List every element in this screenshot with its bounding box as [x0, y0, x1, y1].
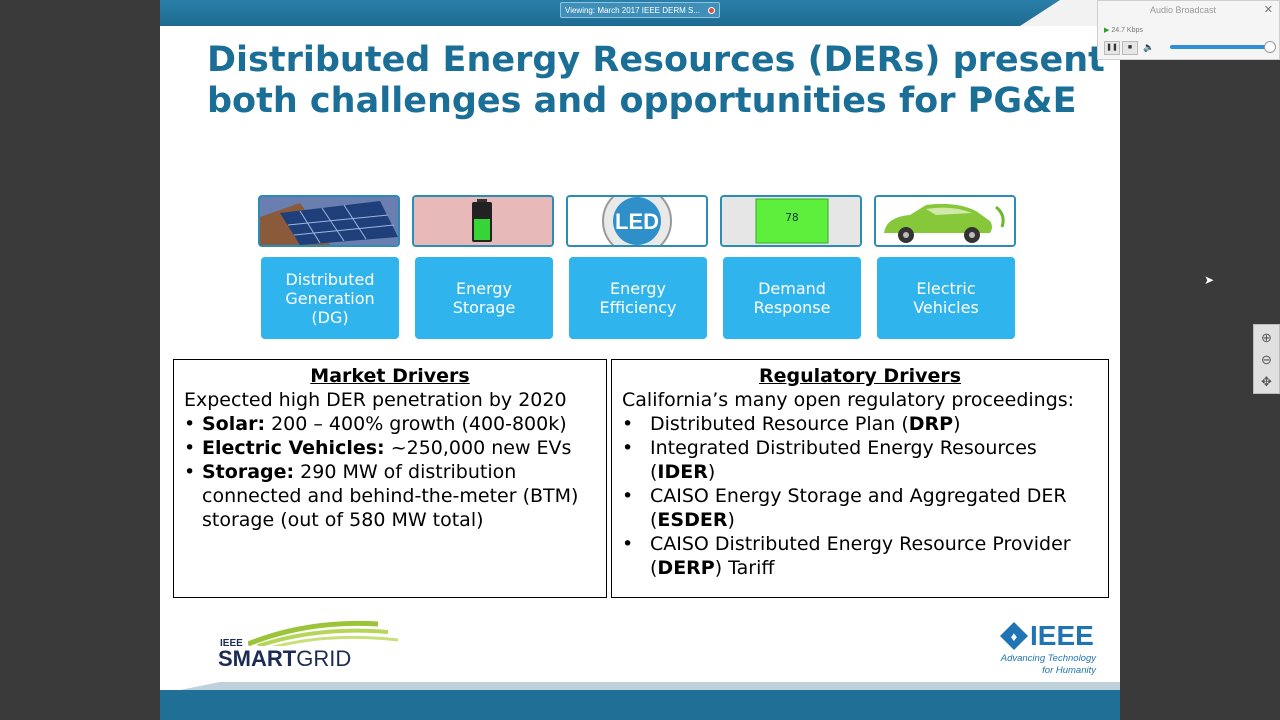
- volume-slider[interactable]: [1170, 45, 1266, 49]
- slide-bottom-band: [160, 690, 1120, 720]
- volume-icon[interactable]: 🔈: [1142, 41, 1156, 53]
- audio-rate: ▶ 24.7 Kbps: [1104, 27, 1143, 34]
- market-drivers-heading: Market Drivers: [310, 365, 470, 387]
- viewing-tab-label: Viewing: March 2017 IEEE DERM S...: [565, 6, 701, 15]
- play-status-icon: ▶: [1104, 27, 1110, 34]
- cursor-icon: ➤: [1204, 273, 1215, 287]
- audio-broadcast-panel: Audio Broadcast ✕ ▶ 24.7 Kbps ❚❚ ■ 🔈: [1097, 0, 1280, 60]
- ieee-logo: ♦ IEEE Advancing Technology for Humanity: [1000, 620, 1096, 676]
- slide-title: Distributed Energy Resources (DERs) pres…: [207, 40, 1105, 121]
- list-item: • CAISO Distributed Energy Resource Provi…: [622, 533, 1071, 579]
- electric-car-icon: [874, 195, 1016, 247]
- category-energy-efficiency: Energy Efficiency: [569, 257, 707, 339]
- close-icon[interactable]: ✕: [1264, 3, 1273, 16]
- category-energy-storage: Energy Storage: [415, 257, 553, 339]
- record-dot-icon: [708, 7, 715, 14]
- regulatory-drivers-panel: Regulatory Drivers California’s many ope…: [611, 359, 1109, 598]
- thermostat-icon: 78: [720, 195, 862, 247]
- market-drivers-intro: Expected high DER penetration by 2020: [184, 389, 567, 411]
- zoom-toolbar: ⊕ ⊖ ✥: [1253, 324, 1280, 394]
- stop-icon[interactable]: ■: [1122, 41, 1138, 55]
- led-badge-icon: LED: [566, 195, 708, 247]
- list-item: • Solar: 200 – 400% growth (400-800k): [184, 413, 567, 435]
- svg-text:♦: ♦: [1011, 629, 1018, 644]
- svg-text:78: 78: [785, 211, 798, 224]
- zoom-out-icon[interactable]: ⊖: [1258, 351, 1276, 369]
- list-item: • Integrated Distributed Energy Resources…: [622, 437, 1037, 483]
- category-demand-response: Demand Response: [723, 257, 861, 339]
- svg-text:LED: LED: [615, 209, 659, 234]
- zoom-in-icon[interactable]: ⊕: [1258, 329, 1276, 347]
- audio-broadcast-title: Audio Broadcast: [1149, 5, 1217, 15]
- solar-panels-icon: [258, 195, 400, 247]
- category-distributed-generation: Distributed Generation (DG): [261, 257, 399, 339]
- list-item: • Storage: 290 MW of distribution connect…: [184, 461, 579, 531]
- category-electric-vehicles: Electric Vehicles: [877, 257, 1015, 339]
- regulatory-drivers-heading: Regulatory Drivers: [758, 365, 962, 387]
- list-item: • Electric Vehicles: ~250,000 new EVs: [184, 437, 572, 459]
- ieee-diamond-icon: ♦: [1000, 622, 1028, 650]
- viewing-tab[interactable]: Viewing: March 2017 IEEE DERM S...: [560, 2, 720, 18]
- regulatory-drivers-intro: California’s many open regulatory procee…: [622, 389, 1075, 411]
- battery-icon: [412, 195, 554, 247]
- list-item: • Distributed Resource Plan (DRP): [622, 413, 961, 435]
- slide: Viewing: March 2017 IEEE DERM S... Distr…: [160, 0, 1120, 720]
- pause-icon[interactable]: ❚❚: [1104, 41, 1120, 55]
- market-drivers-list: • Solar: 200 – 400% growth (400-800k) • El…: [184, 412, 596, 532]
- market-drivers-panel: Market Drivers Expected high DER penetra…: [173, 359, 607, 598]
- pan-icon[interactable]: ✥: [1258, 373, 1276, 391]
- regulatory-drivers-list: • Distributed Resource Plan (DRP) • Integr…: [622, 412, 1098, 580]
- ieee-smartgrid-logo: IEEE SMARTGRID: [218, 618, 399, 674]
- volume-slider-handle[interactable]: [1264, 41, 1276, 53]
- list-item: • CAISO Energy Storage and Aggregated DER…: [622, 485, 1067, 531]
